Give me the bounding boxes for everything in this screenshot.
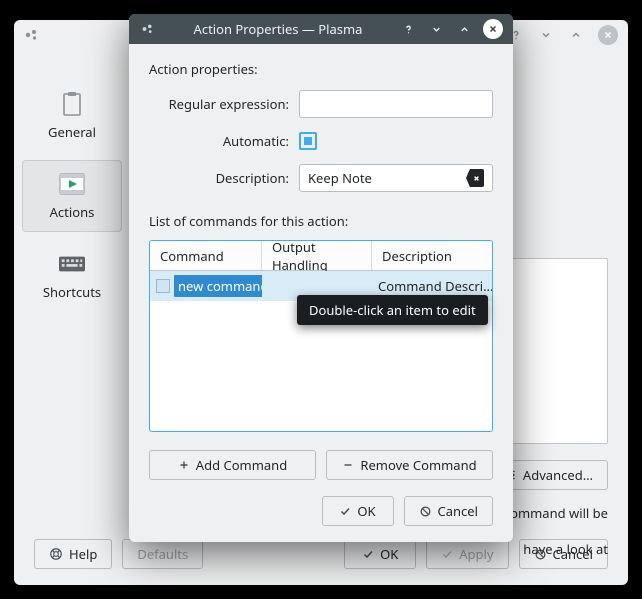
- section-heading: Action properties:: [149, 60, 493, 78]
- play-icon: [59, 171, 85, 197]
- button-label: Apply: [459, 545, 493, 563]
- description-input[interactable]: Keep Note: [299, 164, 493, 192]
- ok-button[interactable]: OK: [344, 539, 416, 569]
- regex-label: Regular expression:: [149, 95, 289, 113]
- th-output[interactable]: Output Handling: [262, 241, 372, 270]
- app-icon: [24, 27, 40, 43]
- sidebar-item-label: General: [48, 123, 96, 141]
- ban-icon: [419, 505, 432, 518]
- chevron-down-icon[interactable]: [427, 20, 445, 38]
- editing-text: new command: [178, 277, 262, 295]
- button-label: Help: [69, 545, 97, 563]
- commands-table[interactable]: Command Output Handling Description new …: [149, 240, 493, 432]
- sidebar-item-label: Actions: [50, 203, 95, 221]
- sidebar-item-shortcuts[interactable]: Shortcuts: [22, 240, 122, 312]
- check-icon: [441, 548, 453, 560]
- list-heading: List of commands for this action:: [149, 212, 493, 230]
- dialog-title: Action Properties — Plasma: [167, 20, 389, 38]
- minus-icon: [342, 459, 354, 471]
- clear-icon[interactable]: [466, 169, 484, 187]
- cell-description[interactable]: Command Descri…: [372, 277, 492, 295]
- form-row-regex: Regular expression:: [149, 90, 493, 118]
- info-line: have a look at: [510, 538, 608, 560]
- info-line: ommand will be: [510, 502, 608, 524]
- cancel-button[interactable]: Cancel: [404, 496, 493, 526]
- lifebuoy-icon: [49, 547, 63, 561]
- remove-command-button[interactable]: Remove Command: [326, 450, 493, 480]
- th-command[interactable]: Command: [150, 241, 262, 270]
- form-row-automatic: Automatic:: [149, 132, 493, 150]
- chevron-up-icon[interactable]: [568, 27, 584, 43]
- clipboard-icon: [59, 91, 85, 117]
- button-label: Add Command: [196, 456, 287, 474]
- keyboard-icon: [59, 251, 85, 277]
- info-text: ommand will be have a look at: [510, 502, 608, 560]
- app-icon: [139, 20, 157, 38]
- close-icon[interactable]: [598, 25, 618, 45]
- command-icon: [156, 279, 170, 293]
- input-value: Keep Note: [308, 169, 466, 187]
- button-label: Cancel: [438, 502, 478, 520]
- sidebar-item-label: Shortcuts: [43, 283, 101, 301]
- th-description[interactable]: Description: [372, 241, 492, 270]
- button-label: OK: [380, 545, 398, 563]
- form-row-description: Description: Keep Note: [149, 164, 493, 192]
- automatic-label: Automatic:: [149, 132, 289, 150]
- check-mark-icon: [304, 137, 312, 145]
- ok-button[interactable]: OK: [322, 496, 394, 526]
- automatic-checkbox[interactable]: [299, 132, 317, 150]
- command-button-bar: Add Command Remove Command: [149, 450, 493, 480]
- button-label: Remove Command: [360, 456, 476, 474]
- cell-command[interactable]: new command ore: [150, 275, 262, 297]
- description-label: Description:: [149, 169, 289, 187]
- chevron-up-icon[interactable]: [455, 20, 473, 38]
- advanced-label: Advanced…: [523, 466, 593, 484]
- edit-tooltip: Double-click an item to edit: [297, 295, 488, 325]
- dialog-body: Action properties: Regular expression: A…: [129, 44, 513, 490]
- add-command-button[interactable]: Add Command: [149, 450, 316, 480]
- help-button[interactable]: Help: [34, 539, 112, 569]
- button-label: Defaults: [137, 545, 188, 563]
- close-icon[interactable]: [483, 19, 503, 39]
- regex-input[interactable]: [299, 90, 493, 118]
- command-edit-field[interactable]: new command: [174, 275, 262, 297]
- button-label: OK: [357, 502, 375, 520]
- sidebar-item-general[interactable]: General: [22, 80, 122, 152]
- dialog-footer: OK Cancel: [129, 490, 513, 542]
- check-icon: [339, 505, 351, 517]
- table-header: Command Output Handling Description: [150, 241, 492, 271]
- action-properties-dialog: Action Properties — Plasma Action proper…: [129, 14, 513, 542]
- sidebar: General Actions Shortcuts: [14, 50, 130, 537]
- dialog-titlebar[interactable]: Action Properties — Plasma: [129, 14, 513, 44]
- check-icon: [362, 548, 374, 560]
- chevron-down-icon[interactable]: [538, 27, 554, 43]
- plus-icon: [178, 459, 190, 471]
- defaults-button[interactable]: Defaults: [122, 539, 203, 569]
- sidebar-item-actions[interactable]: Actions: [22, 160, 122, 232]
- help-icon[interactable]: [399, 20, 417, 38]
- apply-button[interactable]: Apply: [426, 539, 508, 569]
